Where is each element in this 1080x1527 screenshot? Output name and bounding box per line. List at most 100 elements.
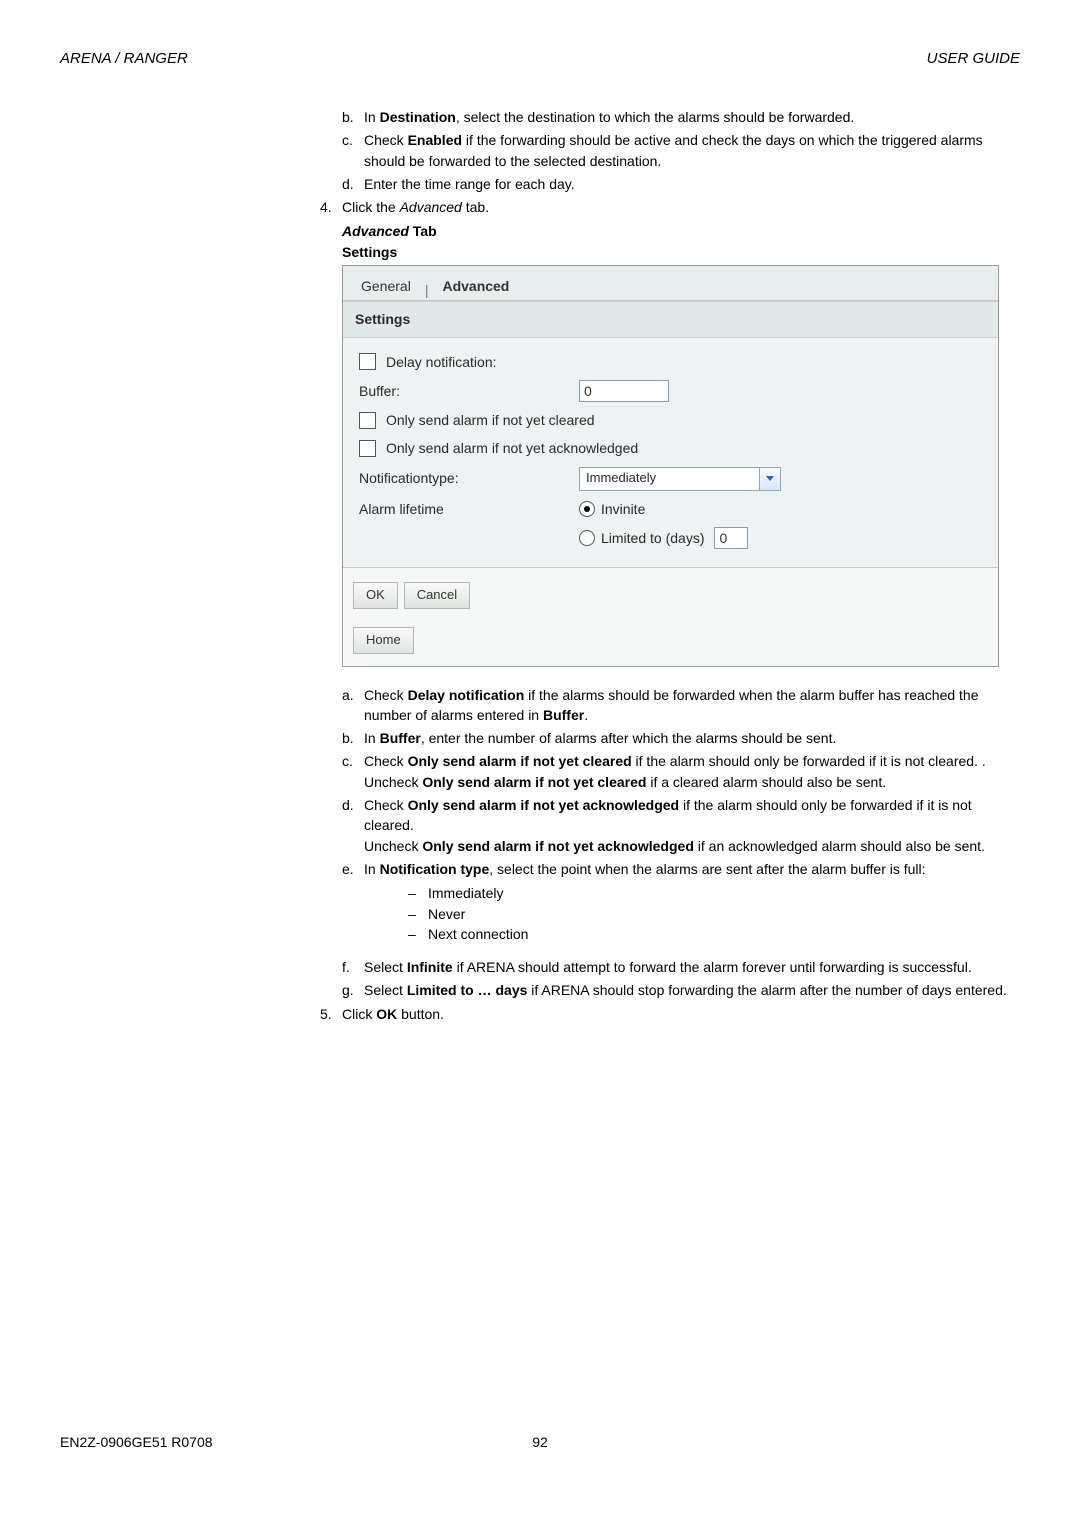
text: Check [364,687,408,703]
dash-immediately: Immediately [428,883,503,903]
settings-screenshot: General | Advanced Settings Delay notifi… [342,265,999,666]
checkbox-not-cleared[interactable] [359,412,376,429]
marker-c: c. [342,751,364,792]
bold: Buffer [380,730,421,746]
marker-c: c. [342,130,364,171]
bold-ok: OK [376,1006,397,1022]
advanced-tab-heading: Advanced Tab [342,221,1020,241]
text: Enter the time range for each day. [364,174,1020,194]
text: if an acknowledged alarm should also be … [694,838,985,854]
label-buffer: Buffer: [359,381,400,401]
text: Uncheck [364,774,422,790]
text: Select [364,959,407,975]
label-alarm-lifetime: Alarm lifetime [359,499,444,519]
label-radio-infinite: Invinite [601,499,645,519]
settings-panel-header: Settings [343,301,998,337]
chevron-down-icon [766,476,774,481]
text: Check [364,132,408,148]
input-buffer[interactable] [579,380,669,402]
marker-4: 4. [320,197,342,217]
radio-infinite[interactable] [579,501,595,517]
marker-5: 5. [320,1004,342,1024]
checkbox-not-ack[interactable] [359,440,376,457]
dash-never: Never [428,904,465,924]
tab-general[interactable]: General [353,272,419,300]
text: tab. [462,199,489,215]
bold: Only send alarm if not yet cleared [422,774,646,790]
select-dropdown-button[interactable] [759,468,780,490]
text: , select the destination to which the al… [456,109,854,125]
bold-destination: Destination [380,109,456,125]
header-right: USER GUIDE [927,50,1020,67]
marker-a: a. [342,685,364,726]
footer-page-number: 92 [444,1434,636,1450]
after-d: d. Check Only send alarm if not yet ackn… [342,795,1020,856]
step-4: 4. Click the Advanced tab. [320,197,1020,217]
footer-doc-id: EN2Z-0906GE51 R0708 [60,1434,444,1450]
step-c: c. Check Enabled if the forwarding shoul… [342,130,1020,171]
text: In [364,109,380,125]
text: if a cleared alarm should also be sent. [646,774,886,790]
text: , select the point when the alarms are s… [489,861,925,877]
radio-dot-icon [584,506,590,512]
step-b: b. In Destination, select the destinatio… [342,107,1020,127]
row-delay-notification: Delay notification: [359,352,982,372]
marker-g: g. [342,980,364,1000]
text: In [364,861,380,877]
marker-e: e. [342,859,364,944]
after-c: c. Check Only send alarm if not yet clea… [342,751,1020,792]
bold: Buffer [543,707,584,723]
label-delay: Delay notification: [386,352,497,372]
text: Check [364,797,408,813]
bold: Only send alarm if not yet acknowledged [408,797,680,813]
heading-rest: Tab [409,223,437,239]
bold: Limited to … days [407,982,528,998]
radio-limited[interactable] [579,530,595,546]
label-not-ack: Only send alarm if not yet acknowledged [386,438,638,458]
text: Check [364,753,408,769]
row-buffer: Buffer: [359,380,982,402]
cancel-button[interactable]: Cancel [404,582,470,609]
italic-advanced: Advanced [400,199,462,215]
text: . [584,707,588,723]
text: Click the [342,199,400,215]
ok-button[interactable]: OK [353,582,398,609]
label-radio-limited: Limited to (days) [601,528,704,548]
bold: Notification type [380,861,490,877]
text: , enter the number of alarms after which… [421,730,837,746]
text: Uncheck [364,838,422,854]
label-notif-type: Notificationtype: [359,468,459,488]
text: if ARENA should attempt to forward the a… [453,959,972,975]
bold: Infinite [407,959,453,975]
header-left: ARENA / RANGER [60,50,188,67]
marker-d: d. [342,795,364,856]
text: if the alarm should only be forwarded if… [632,753,986,769]
checkbox-delay-notification[interactable] [359,353,376,370]
marker-d: d. [342,174,364,194]
text: Select [364,982,407,998]
bold: Only send alarm if not yet acknowledged [422,838,694,854]
row-not-cleared: Only send alarm if not yet cleared [359,410,982,430]
input-limited-days[interactable] [714,527,748,549]
bold-enabled: Enabled [408,132,462,148]
after-g: g. Select Limited to … days if ARENA sho… [342,980,1020,1000]
marker-b: b. [342,728,364,748]
after-e: e. In Notification type, select the poin… [342,859,1020,944]
bold: Only send alarm if not yet cleared [408,753,632,769]
bold: Delay notification [408,687,525,703]
text: if ARENA should stop forwarding the alar… [527,982,1006,998]
marker-f: f. [342,957,364,977]
after-a: a. Check Delay notification if the alarm… [342,685,1020,726]
after-f: f. Select Infinite if ARENA should attem… [342,957,1020,977]
settings-heading: Settings [342,242,1020,262]
tab-separator: | [425,280,429,300]
home-button[interactable]: Home [353,627,414,654]
dash-next-connection: Next connection [428,924,528,944]
tab-advanced[interactable]: Advanced [434,272,517,300]
select-notification-type[interactable]: Immediately [579,467,781,491]
after-b: b. In Buffer, enter the number of alarms… [342,728,1020,748]
text: In [364,730,380,746]
row-alarm-lifetime: Alarm lifetime Invinite Limited to (days… [359,499,982,549]
text: Click [342,1006,376,1022]
row-notification-type: Notificationtype: Immediately [359,467,982,491]
